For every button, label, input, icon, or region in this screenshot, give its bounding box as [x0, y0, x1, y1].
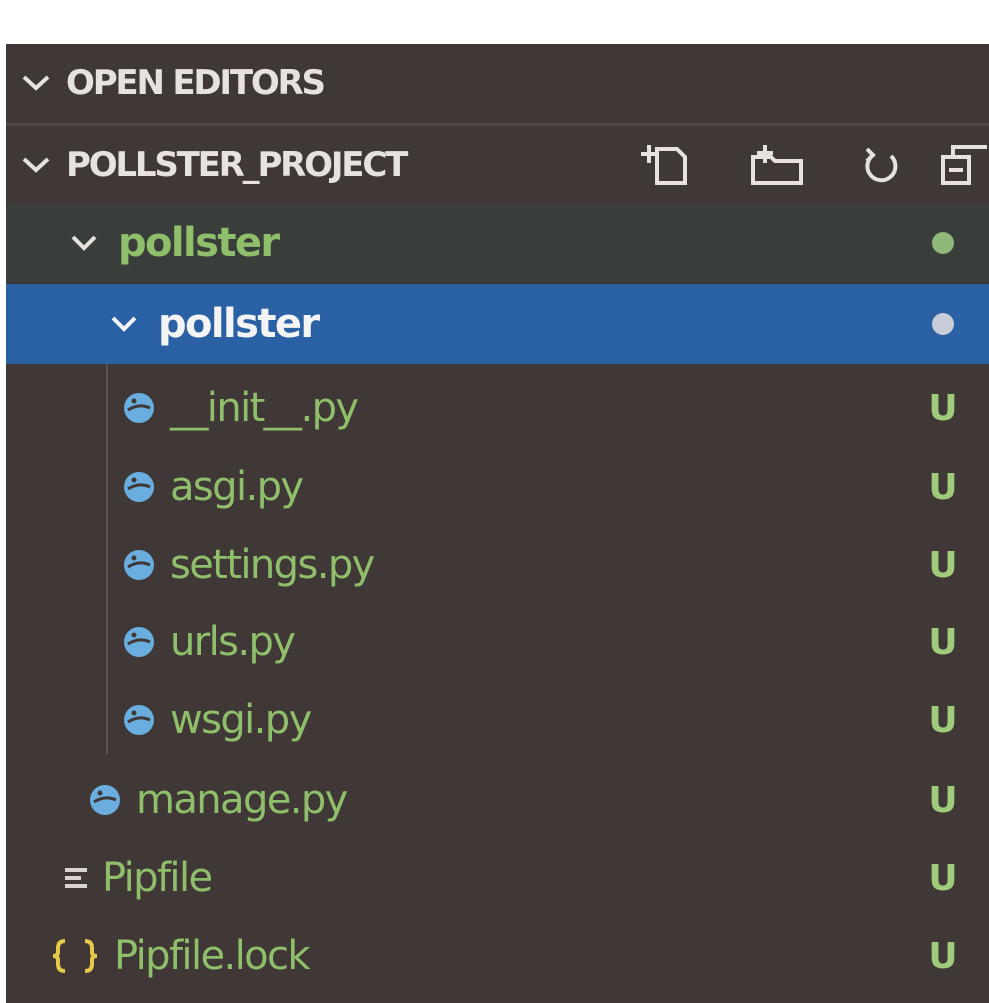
untracked-badge: U: [928, 466, 958, 508]
status-dot: [925, 284, 961, 364]
tree-file[interactable]: settings.py U: [6, 526, 989, 604]
untracked-badge: U: [928, 779, 958, 821]
python-icon: [122, 470, 156, 504]
tree-file[interactable]: Pipfile.lock U: [6, 917, 989, 995]
tree-item-label: settings.py: [170, 542, 375, 588]
untracked-badge: U: [928, 621, 958, 663]
open-editors-label: OPEN EDITORS: [66, 63, 326, 103]
tree-item-label: wsgi.py: [170, 697, 312, 743]
untracked-badge: U: [928, 544, 958, 586]
untracked-badge: U: [928, 935, 958, 977]
open-editors-header[interactable]: OPEN EDITORS: [6, 44, 989, 122]
chevron-down-icon: [102, 315, 146, 333]
python-icon: [122, 391, 156, 425]
top-margin: [0, 0, 989, 44]
collapse-all-button[interactable]: [929, 126, 989, 204]
new-file-button[interactable]: [611, 126, 721, 204]
new-folder-button[interactable]: [721, 126, 833, 204]
untracked-badge: U: [928, 387, 958, 429]
collapse-all-icon: [941, 145, 987, 185]
tree-item-label: manage.py: [136, 777, 348, 823]
refresh-button[interactable]: [833, 126, 929, 204]
tree-folder-pollster-sub[interactable]: pollster: [6, 284, 989, 364]
new-file-icon: [641, 145, 687, 185]
python-icon: [122, 548, 156, 582]
tree-item-label: urls.py: [170, 619, 296, 665]
tree-item-label: pollster: [158, 301, 320, 347]
project-header[interactable]: POLLSTER_PROJECT: [6, 126, 989, 204]
untracked-badge: U: [928, 857, 958, 899]
tree-file[interactable]: urls.py U: [6, 603, 989, 681]
untracked-badge: U: [928, 699, 958, 741]
tree-item-label: __init__.py: [170, 385, 359, 431]
project-label: POLLSTER_PROJECT: [66, 145, 408, 185]
json-braces-icon: [50, 939, 100, 973]
tree-item-label: pollster: [118, 220, 280, 266]
lines-icon: [62, 861, 92, 895]
python-icon: [122, 703, 156, 737]
tree-file[interactable]: Pipfile U: [6, 839, 989, 917]
tree-item-label: Pipfile: [102, 855, 213, 901]
tree-folder-pollster[interactable]: pollster: [6, 204, 989, 282]
tree-file[interactable]: asgi.py U: [6, 448, 989, 526]
tree-file[interactable]: __init__.py U: [6, 369, 989, 447]
modified-dot-icon: [932, 313, 954, 335]
python-icon: [88, 783, 122, 817]
refresh-icon: [865, 147, 898, 183]
tree-item-label: Pipfile.lock: [114, 933, 311, 979]
explorer-panel: OPEN EDITORS POLLSTER_PROJECT pollster p…: [0, 0, 989, 1003]
status-dot: [925, 204, 961, 282]
chevron-down-icon: [6, 44, 66, 122]
tree-file[interactable]: wsgi.py U: [6, 681, 989, 759]
tree-item-label: asgi.py: [170, 464, 304, 510]
python-icon: [122, 625, 156, 659]
chevron-down-icon: [6, 126, 66, 204]
modified-dot-icon: [932, 232, 954, 254]
project-actions: [611, 126, 989, 204]
tree-file[interactable]: manage.py U: [6, 761, 989, 839]
chevron-down-icon: [62, 234, 106, 252]
new-folder-icon: [751, 145, 803, 185]
